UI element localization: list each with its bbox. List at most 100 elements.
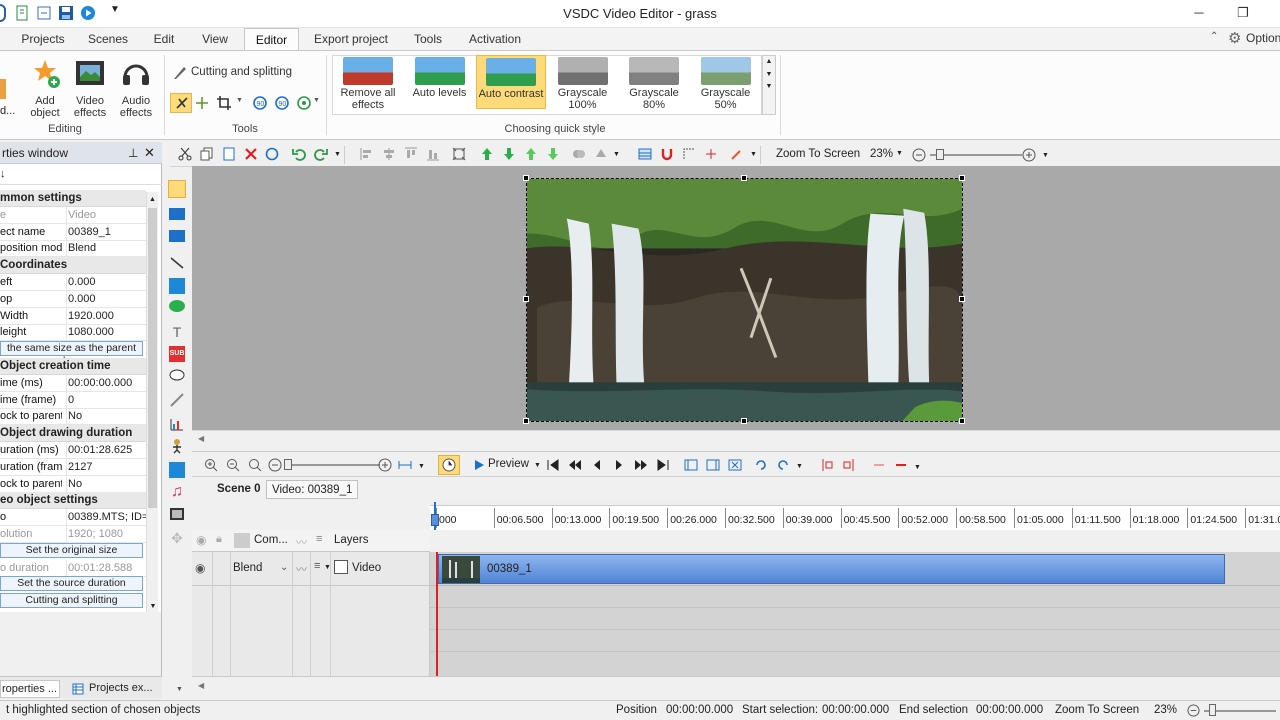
tab-projects[interactable]: Projects (16, 28, 70, 50)
gear-icon[interactable]: ⚙ (1228, 29, 1241, 47)
timeline-scrollbar[interactable]: ◀ (192, 676, 1280, 698)
stabilize-icon[interactable] (296, 95, 312, 111)
property-row[interactable]: olution 1920; 1080 (0, 526, 146, 543)
status-zoom-out-icon[interactable] (1187, 704, 1200, 717)
step-back-icon[interactable] (590, 458, 604, 472)
property-action-button[interactable]: the same size as the parent has (0, 341, 143, 367)
quick-style-item[interactable]: Auto contrast (476, 55, 546, 109)
lock-icon[interactable]: 🔒︎ (216, 533, 222, 546)
callout-tool-icon[interactable] (169, 368, 185, 384)
zoom-value[interactable]: 23% (870, 148, 893, 160)
preview-button[interactable]: Preview (488, 458, 529, 470)
align-left-icon[interactable] (360, 147, 374, 161)
timeline-scroll-left-icon[interactable]: ◀ (198, 681, 204, 690)
tab-properties[interactable]: roperties ... (0, 680, 60, 698)
tab-edit[interactable]: Edit (146, 28, 182, 50)
timeline-scale-minus-icon[interactable] (268, 458, 282, 472)
animation-tool-icon[interactable] (169, 438, 185, 454)
video-tool-icon[interactable] (169, 230, 185, 242)
video-effect-tool-icon[interactable] (169, 506, 185, 522)
tab-editor[interactable]: Editor (244, 28, 299, 50)
stabilize-dropdown-icon[interactable]: ▼ (313, 97, 320, 104)
gallery-up-icon[interactable]: ▲ (763, 58, 775, 65)
add-object-button[interactable]: Add object (24, 57, 66, 119)
move-to-bottom-icon[interactable] (546, 147, 560, 161)
marker-dropdown-icon[interactable]: ▼ (914, 464, 921, 471)
crop-dropdown-icon[interactable]: ▼ (236, 97, 243, 104)
scroll-up-icon[interactable]: ▲ (147, 196, 158, 203)
tab-scene-0[interactable]: Scene 0 (212, 480, 266, 499)
property-value[interactable]: 1920.000 (66, 307, 146, 324)
property-value[interactable]: 00:01:28.625 (66, 442, 146, 458)
options-button[interactable]: Options (1246, 31, 1280, 45)
property-value[interactable]: No (66, 408, 146, 425)
rotate-left-icon[interactable]: 90 (252, 95, 268, 111)
property-row[interactable]: ect name 00389_1 (0, 223, 146, 241)
sort-icon[interactable]: ↓ (0, 168, 6, 182)
status-zoom-value[interactable]: 23% (1154, 701, 1177, 720)
playhead-handle[interactable] (431, 514, 439, 526)
property-value[interactable]: No (66, 475, 146, 492)
video-clip[interactable]: 00389_1 (438, 554, 1225, 584)
gallery-more-icon[interactable]: ▼ (763, 83, 775, 90)
property-row[interactable]: op 0.000 (0, 290, 146, 308)
undo-icon[interactable] (292, 147, 306, 161)
preview-scrollbar[interactable]: ◀ (192, 430, 1280, 450)
property-row[interactable]: leight 1080.000 (0, 324, 146, 342)
fast-forward-icon[interactable] (634, 458, 648, 472)
move-up-icon[interactable] (480, 147, 494, 161)
property-section-header[interactable]: Coordinates (0, 257, 146, 275)
minimize-button[interactable]: ─ (1188, 4, 1210, 22)
sprite-tool-icon[interactable] (169, 208, 185, 220)
tab-projects-explorer[interactable]: Projects ex... (89, 682, 153, 694)
tab-tools[interactable]: Tools (408, 28, 448, 50)
group-icon[interactable] (572, 147, 586, 161)
image-tool-icon[interactable] (169, 462, 185, 478)
zoom-out-icon[interactable] (912, 148, 926, 162)
snap-corner-icon[interactable] (682, 147, 696, 161)
property-section-header[interactable]: Object drawing duration (0, 425, 146, 443)
rectangle-tool-icon[interactable] (169, 278, 185, 294)
select-circle-icon[interactable] (265, 147, 279, 161)
delete-icon[interactable] (244, 147, 258, 161)
property-section-header[interactable]: eo object settings (0, 492, 146, 510)
track-blend-mode[interactable]: Blend (233, 562, 262, 574)
fit-to-screen-icon[interactable] (452, 147, 466, 161)
set-marker-out-icon[interactable] (706, 458, 720, 472)
tab-activation[interactable]: Activation (462, 28, 528, 50)
split-tool-icon[interactable] (194, 95, 210, 111)
quick-style-item[interactable]: Grayscale 80% (619, 55, 689, 111)
wand-dropdown-icon[interactable]: ▼ (750, 151, 757, 158)
property-value[interactable]: 2127 (66, 458, 146, 475)
quick-style-item[interactable]: Grayscale 50% (691, 55, 761, 111)
property-action-button[interactable]: Set the source duration (0, 576, 143, 592)
menu-icon[interactable]: ≡ (316, 533, 322, 545)
crop-icon[interactable] (216, 95, 232, 111)
quick-style-item[interactable]: Auto levels (405, 55, 475, 109)
gallery-down-icon[interactable]: ▼ (763, 71, 775, 78)
eye-icon[interactable]: ◉ (196, 533, 206, 547)
close-icon[interactable]: ✕ (144, 142, 155, 164)
property-action-button[interactable]: Set the original size (0, 542, 143, 558)
redo-timeline-icon[interactable] (776, 458, 790, 472)
align-bottom-icon[interactable] (426, 147, 440, 161)
property-value[interactable]: 00389_1 (66, 223, 146, 240)
free-shape-tool-icon[interactable] (169, 392, 185, 408)
track-eye-icon[interactable]: ◉ (195, 561, 205, 575)
timeline-ruler[interactable]: 000 00:06.500 00:13.000 00:19.500 00:26.000 0… (430, 500, 1280, 530)
cut-icon[interactable] (178, 147, 192, 161)
marker-red-left-icon[interactable] (820, 458, 834, 472)
collapse-ribbon-icon[interactable]: ⌃ (1210, 31, 1218, 42)
property-section-header[interactable]: mmon settings (0, 190, 146, 207)
copy-icon[interactable] (200, 147, 214, 161)
subtitle-tool-icon[interactable]: SUB (169, 346, 185, 362)
tab-scenes[interactable]: Scenes (84, 28, 132, 50)
timeline-zoom-in-icon[interactable] (204, 458, 218, 472)
track-menu-icon[interactable]: ≡ (314, 560, 320, 572)
timeline-zoom-out-icon[interactable] (226, 458, 240, 472)
redo-dropdown-icon[interactable]: ▼ (334, 151, 341, 158)
cutting-splitting-button[interactable]: Cutting and splitting (191, 66, 292, 78)
property-row[interactable]: ock to parent No (0, 475, 146, 493)
property-row[interactable]: ime (frame) 0 (0, 391, 146, 409)
chart-tool-icon[interactable] (169, 416, 185, 432)
